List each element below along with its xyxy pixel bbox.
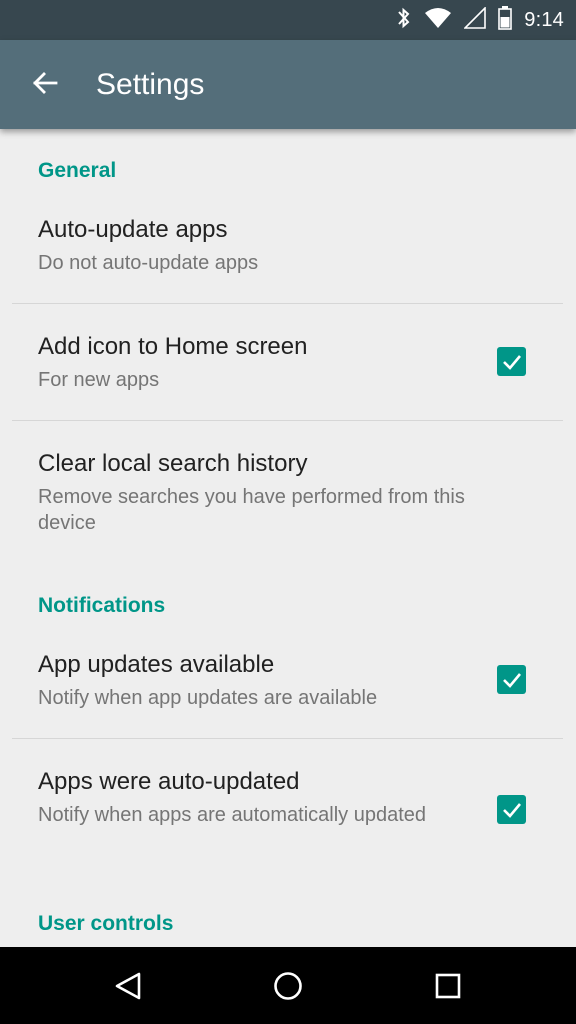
section-header-notifications: Notifications: [38, 594, 166, 617]
pref-clear-search-history[interactable]: Clear local search history Remove search…: [0, 438, 576, 568]
pref-summary: Notify when apps are automatically updat…: [38, 804, 427, 826]
pref-title: Add icon to Home screen: [38, 333, 308, 360]
status-time: 9:14: [524, 8, 564, 31]
checkmark-icon: [502, 802, 521, 818]
back-triangle-icon: [115, 972, 141, 999]
pref-summary: Do not auto-update apps: [38, 252, 259, 274]
divider: [12, 303, 563, 304]
status-bar: 9:14: [0, 0, 576, 40]
pref-title: App updates available: [38, 651, 275, 678]
arrow-back-icon: [31, 69, 59, 102]
pref-title: Auto-update apps: [38, 216, 228, 243]
pref-summary: For new apps: [38, 369, 160, 391]
pref-summary: Remove searches you have performed from …: [38, 486, 465, 534]
divider: [12, 420, 563, 421]
nav-recents-button[interactable]: [408, 947, 488, 1024]
pref-title: Apps were auto-updated: [38, 768, 300, 795]
page-title: Settings: [96, 68, 205, 101]
signal-icon: [463, 5, 487, 34]
checkbox-app-updates[interactable]: [497, 665, 526, 694]
status-icons: 9:14: [396, 0, 564, 40]
nav-home-button[interactable]: [248, 947, 328, 1024]
settings-list[interactable]: General Auto-update apps Do not auto-upd…: [0, 129, 576, 947]
checkbox-add-icon[interactable]: [497, 347, 526, 376]
wifi-icon: [424, 7, 452, 34]
back-button[interactable]: [20, 60, 70, 110]
navigation-bar: [0, 947, 576, 1024]
battery-icon: [498, 5, 513, 35]
pref-title: Clear local search history: [38, 450, 308, 477]
divider: [12, 738, 563, 739]
pref-app-updates-available[interactable]: App updates available Notify when app up…: [0, 639, 576, 739]
recents-square-icon: [435, 973, 461, 998]
pref-summary: Notify when app updates are available: [38, 687, 378, 709]
nav-back-button[interactable]: [88, 947, 168, 1024]
checkmark-icon: [502, 672, 521, 688]
checkmark-icon: [502, 354, 521, 370]
pref-auto-update-apps[interactable]: Auto-update apps Do not auto-update apps: [0, 204, 576, 304]
section-header-user-controls: User controls: [38, 912, 174, 935]
toolbar: Settings: [0, 40, 576, 129]
bluetooth-icon: [396, 6, 412, 35]
checkbox-auto-updated[interactable]: [497, 795, 526, 824]
section-header-general: General: [38, 159, 117, 182]
home-circle-icon: [274, 971, 302, 1000]
pref-add-icon-home-screen[interactable]: Add icon to Home screen For new apps: [0, 321, 576, 421]
pref-apps-auto-updated[interactable]: Apps were auto-updated Notify when apps …: [0, 756, 576, 886]
